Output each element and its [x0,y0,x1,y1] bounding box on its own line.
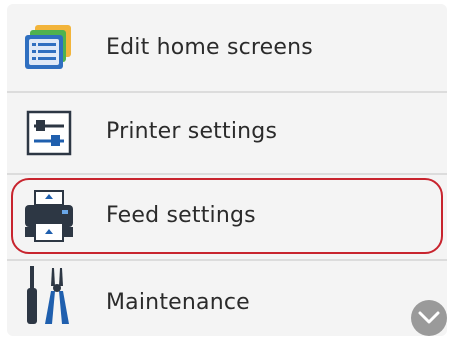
menu-item-label: Maintenance [106,290,250,315]
settings-screen: Edit home screens Printer settings Feed … [0,0,454,340]
menu-item-maintenance[interactable]: Maintenance [7,260,447,336]
menu-item-label: Edit home screens [106,35,313,60]
chevron-down-icon [418,311,440,324]
settings-menu-list: Edit home screens Printer settings Feed … [7,4,447,336]
scroll-down-button[interactable] [411,300,447,336]
menu-item-label: Printer settings [106,119,278,144]
menu-item-feed-settings[interactable]: Feed settings [7,174,447,260]
maintenance-icon [19,266,79,324]
menu-item-label: Feed settings [106,203,256,228]
edit-home-screens-icon [19,21,79,77]
menu-item-printer-settings[interactable]: Printer settings [7,92,447,174]
feed-settings-icon [19,189,79,245]
menu-item-edit-home-screens[interactable]: Edit home screens [7,6,447,92]
printer-settings-icon [19,105,79,161]
